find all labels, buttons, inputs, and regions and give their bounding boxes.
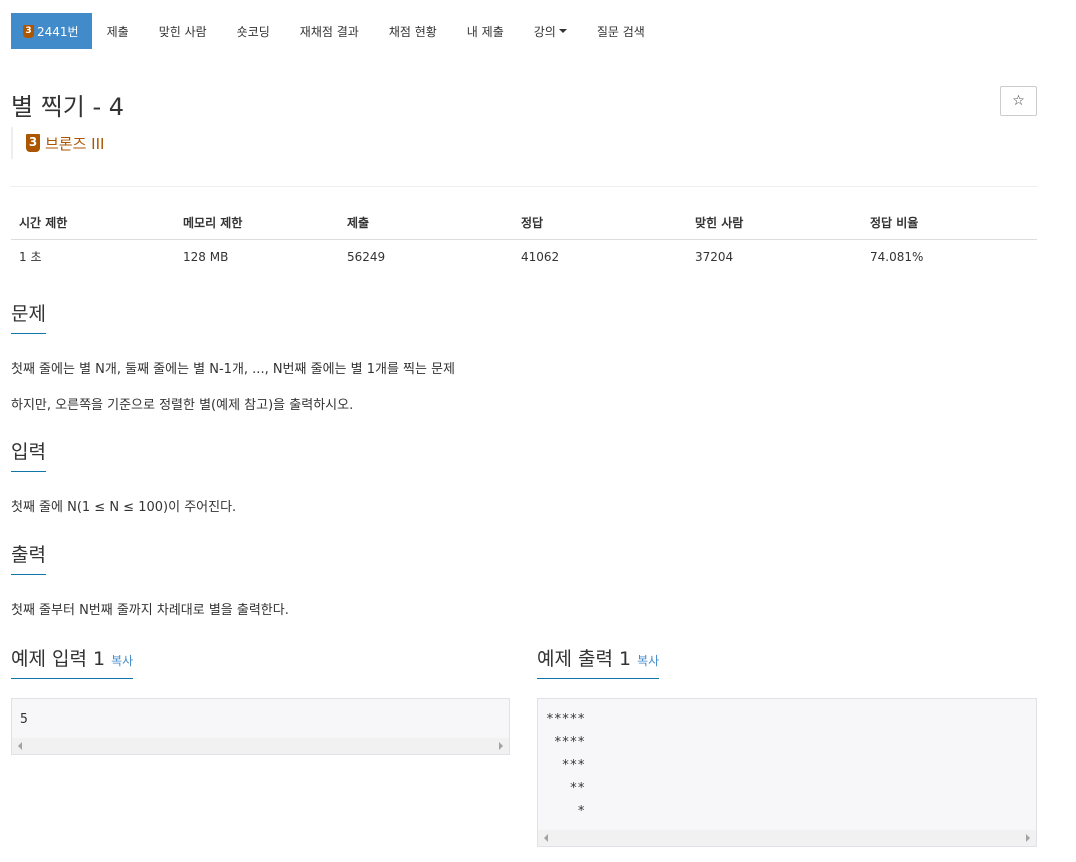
section-input-title: 입력 [11,437,46,472]
value-solved-users: 37204 [695,249,734,264]
header-memory-limit: 메모리 제한 [175,208,339,240]
nav-tab-submit[interactable]: 제출 [92,13,144,49]
header-accepted: 정답 [513,208,687,240]
value-submissions: 56249 [347,249,386,264]
nav-tab-solved-users[interactable]: 맞힌 사람 [144,13,222,49]
sample-output-box[interactable]: ***** **** *** ** * [537,698,1037,847]
nav-tab-problem-label: 2441번 [37,24,79,39]
nav-tab-judge-status[interactable]: 채점 현황 [374,13,452,49]
star-icon: ☆ [1012,93,1025,109]
section-output-headline: 출력 [11,540,1037,575]
sample-input-title-text: 예제 입력 1 [11,648,106,670]
caret-down-icon [558,29,567,33]
sample-input-box[interactable]: 5 [11,698,510,755]
scroll-right-icon[interactable] [499,742,503,750]
scroll-left-icon[interactable] [18,742,22,750]
copy-sample-output-button[interactable]: 복사 [637,654,659,668]
header-submissions: 제출 [339,208,513,240]
section-problem-title: 문제 [11,299,46,334]
nav-tab-lectures[interactable]: 강의 [519,13,582,49]
sample-output-text: ***** **** *** ** * [546,712,586,819]
problem-info-table: 시간 제한 메모리 제한 제출 정답 맞힌 사람 정답 비율 1 초 128 M… [11,208,1037,273]
value-time-limit: 1 초 [19,250,42,264]
table-row: 1 초 128 MB 56249 41062 37204 74.081% [11,240,1037,274]
problem-tier: 3 브론즈 III [11,127,104,159]
problem-title: 별 찍기 - 4 [11,93,125,121]
sample-input-text: 5 [20,712,28,727]
input-description: 첫째 줄에 N(1 ≤ N ≤ 100)이 주어진다. [11,500,237,515]
nav-tab-problem[interactable]: 3 2441번 [11,13,92,49]
scroll-right-icon[interactable] [1026,834,1030,842]
problem-description-line: 하지만, 오른쪽을 기준으로 정렬한 별(예제 참고)을 출력하시오. [11,398,354,413]
nav-tab-question-search[interactable]: 질문 검색 [582,13,660,49]
sample-input-title: 예제 입력 1 복사 [11,644,134,679]
sample-output-headline: 예제 출력 1 복사 [537,644,1037,679]
header-solved-users: 맞힌 사람 [687,208,862,240]
bronze-tier-icon: 3 [26,134,40,152]
nav-tab-short-coding[interactable]: 숏코딩 [222,13,285,49]
problem-nav: 3 2441번 제출 맞힌 사람 숏코딩 재채점 결과 채점 현황 내 제출 강… [11,13,660,49]
header-time-limit: 시간 제한 [11,208,175,240]
section-output-title: 출력 [11,540,46,575]
section-problem-headline: 문제 [11,299,1037,334]
value-accept-ratio: 74.081% [870,249,924,264]
nav-tab-lectures-label: 강의 [533,24,556,39]
horizontal-scrollbar[interactable] [538,830,1036,846]
sample-input-headline: 예제 입력 1 복사 [11,644,510,679]
tier-label[interactable]: 브론즈 III [45,133,104,154]
copy-sample-input-button[interactable]: 복사 [111,654,133,668]
sample-output-title-text: 예제 출력 1 [537,648,632,670]
nav-tab-rejudge-results[interactable]: 재채점 결과 [285,13,374,49]
table-header-row: 시간 제한 메모리 제한 제출 정답 맞힌 사람 정답 비율 [11,208,1037,240]
bronze-tier-icon: 3 [23,24,34,38]
divider [11,186,1037,187]
sample-output-title: 예제 출력 1 복사 [537,644,660,679]
value-accepted: 41062 [521,249,560,264]
horizontal-scrollbar[interactable] [12,738,509,754]
value-memory-limit: 128 MB [183,249,229,264]
scroll-left-icon[interactable] [544,834,548,842]
favorite-button[interactable]: ☆ [1000,86,1037,116]
problem-description-line: 첫째 줄에는 별 N개, 둘째 줄에는 별 N-1개, ..., N번째 줄에는… [11,362,456,377]
section-input-headline: 입력 [11,437,1037,472]
output-description: 첫째 줄부터 N번째 줄까지 차례대로 별을 출력한다. [11,603,289,618]
nav-tab-my-submissions[interactable]: 내 제출 [452,13,519,49]
header-accept-ratio: 정답 비율 [862,208,1037,240]
